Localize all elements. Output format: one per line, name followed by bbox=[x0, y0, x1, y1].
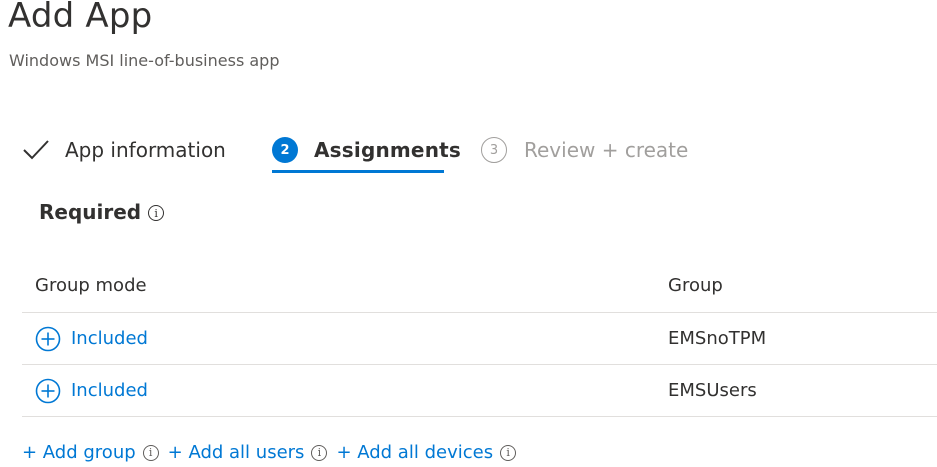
group-mode-cell: Included bbox=[35, 313, 148, 364]
section-required: Required i bbox=[39, 200, 165, 224]
step-label: Review + create bbox=[524, 138, 689, 162]
add-all-users-link[interactable]: + Add all users bbox=[168, 442, 305, 463]
step-assignments[interactable]: 2 Assignments bbox=[272, 128, 461, 172]
add-all-devices-link[interactable]: + Add all devices bbox=[336, 442, 493, 463]
checkmark-icon bbox=[23, 140, 49, 160]
info-icon[interactable]: i bbox=[500, 444, 517, 461]
add-circle-icon bbox=[35, 378, 61, 403]
active-step-indicator bbox=[272, 170, 444, 173]
assignments-table: Group mode Group Included EMSnoTPM Inclu… bbox=[22, 258, 937, 417]
group-mode-link[interactable]: Included bbox=[35, 326, 148, 352]
group-mode-cell: Included bbox=[35, 365, 148, 416]
step-app-information[interactable]: App information bbox=[22, 128, 226, 172]
group-mode-link[interactable]: Included bbox=[35, 378, 148, 404]
step-number-badge: 2 bbox=[272, 137, 298, 163]
page-title: Add App bbox=[8, 0, 153, 36]
info-icon[interactable]: i bbox=[148, 205, 165, 221]
info-icon[interactable]: i bbox=[142, 444, 159, 461]
step-review-create[interactable]: 3 Review + create bbox=[481, 128, 688, 172]
section-title: Required bbox=[39, 200, 142, 224]
wizard-steps: App information 2 Assignments 3 Review +… bbox=[0, 128, 937, 178]
table-row: Included EMSUsers bbox=[22, 365, 937, 417]
step-number-badge: 3 bbox=[481, 137, 507, 163]
add-app-page: Add App Windows MSI line-of-business app… bbox=[0, 0, 937, 467]
table-row: Included EMSnoTPM bbox=[22, 313, 937, 365]
group-mode-label: Included bbox=[71, 328, 148, 349]
group-mode-label: Included bbox=[71, 380, 148, 401]
column-header-group: Group bbox=[668, 274, 723, 296]
column-header-group-mode: Group mode bbox=[35, 274, 147, 296]
add-circle-icon bbox=[35, 326, 61, 351]
assignment-actions: + Add group i + Add all users i + Add al… bbox=[22, 442, 525, 463]
group-cell: EMSnoTPM bbox=[668, 328, 767, 349]
table-header: Group mode Group bbox=[22, 258, 937, 313]
group-cell: EMSUsers bbox=[668, 380, 757, 401]
step-label: Assignments bbox=[314, 138, 462, 162]
add-group-link[interactable]: + Add group bbox=[22, 442, 136, 463]
page-subtitle: Windows MSI line-of-business app bbox=[9, 51, 280, 70]
info-icon[interactable]: i bbox=[311, 444, 328, 461]
step-label: App information bbox=[65, 138, 226, 162]
